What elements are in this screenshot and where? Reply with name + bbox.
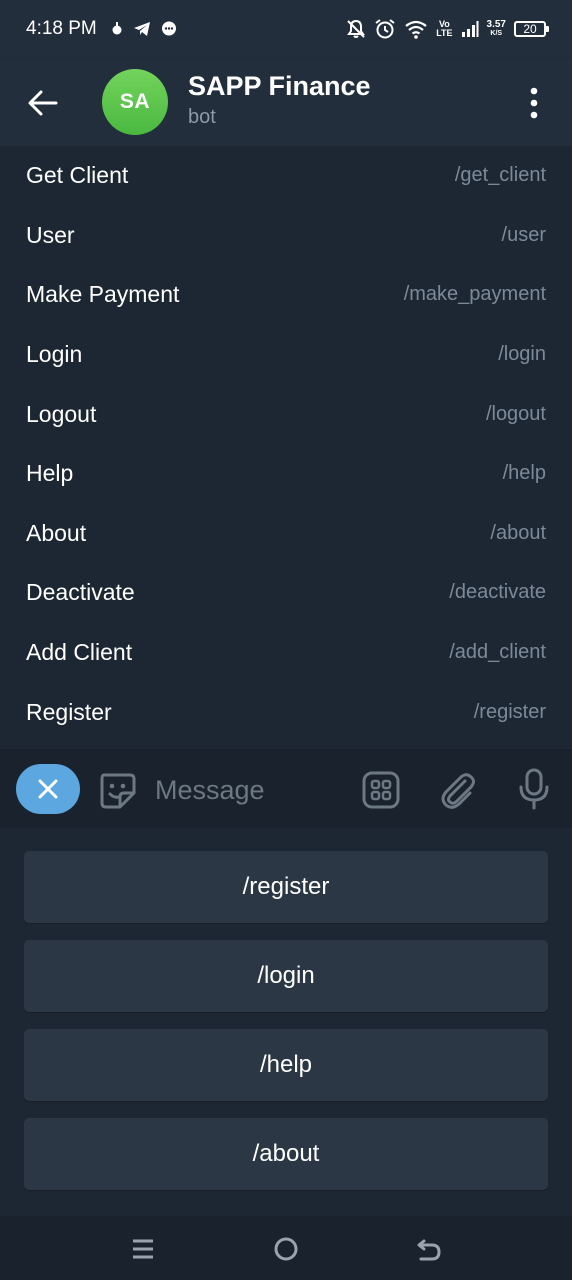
- signal-icon: [461, 21, 479, 37]
- status-right-icons: Vo LTE 3.57 K/S 20: [346, 18, 549, 40]
- telegram-icon: [133, 22, 150, 36]
- command-text: /about: [490, 521, 546, 544]
- command-item-get-client[interactable]: Get Client /get_client: [0, 146, 572, 206]
- status-bar: 4:18 PM Vo LTE 3.57 K/S 20: [0, 0, 572, 58]
- back-arrow-icon[interactable]: [26, 86, 60, 120]
- command-text: /help: [502, 462, 546, 485]
- command-label: Deactivate: [26, 579, 135, 606]
- bell-off-icon: [347, 19, 366, 38]
- command-text: /register: [473, 700, 546, 723]
- command-item-login[interactable]: Login /login: [0, 325, 572, 385]
- keyboard-button-login[interactable]: /login: [24, 940, 548, 1012]
- keyboard-button-register[interactable]: /register: [24, 851, 548, 923]
- command-label: Login: [26, 341, 83, 368]
- command-label: User: [26, 221, 75, 248]
- command-item-add-client[interactable]: Add Client /add_client: [0, 623, 572, 683]
- command-item-make-payment[interactable]: Make Payment /make_payment: [0, 265, 572, 325]
- keyboard-button-about[interactable]: /about: [24, 1118, 548, 1190]
- command-text: /add_client: [449, 641, 546, 664]
- bot-reply-keyboard: /register /login /help /about: [0, 828, 572, 1216]
- menu-nav-icon[interactable]: [128, 1234, 158, 1264]
- battery-icon: 20: [514, 21, 549, 37]
- sticker-icon[interactable]: [96, 769, 138, 811]
- chat-title[interactable]: SAPP Finance: [188, 71, 371, 102]
- command-text: /logout: [485, 402, 546, 425]
- command-item-logout[interactable]: Logout /logout: [0, 384, 572, 444]
- close-icon: [38, 779, 58, 799]
- command-item-about[interactable]: About /about: [0, 504, 572, 564]
- bot-keyboard-icon[interactable]: [360, 769, 402, 811]
- system-nav-bar: [0, 1216, 572, 1280]
- close-commands-button[interactable]: [16, 764, 80, 814]
- chat-header: SA SAPP Finance bot: [0, 58, 572, 146]
- volte-indicator: Vo LTE: [436, 19, 453, 38]
- command-text: /login: [498, 343, 546, 366]
- command-label: About: [26, 519, 87, 546]
- status-left-icons: [111, 21, 177, 37]
- notification-dot-icon: [112, 22, 122, 35]
- bot-command-list: Get Client /get_client User /user Make P…: [0, 146, 572, 749]
- command-label: Logout: [26, 400, 97, 427]
- alarm-icon: [375, 19, 395, 39]
- microphone-icon[interactable]: [514, 767, 554, 811]
- back-nav-icon[interactable]: [414, 1234, 444, 1264]
- keyboard-button-help[interactable]: /help: [24, 1029, 548, 1101]
- message-input-bar: [0, 749, 572, 828]
- command-item-user[interactable]: User /user: [0, 206, 572, 266]
- command-text: /make_payment: [403, 283, 546, 306]
- command-text: /get_client: [454, 164, 546, 187]
- command-label: Get Client: [26, 162, 129, 189]
- home-nav-icon[interactable]: [271, 1234, 301, 1264]
- network-speed: 3.57 K/S: [486, 19, 506, 38]
- wifi-icon: [405, 20, 427, 39]
- avatar[interactable]: SA: [102, 69, 168, 135]
- command-item-register[interactable]: Register /register: [0, 682, 572, 742]
- attach-icon[interactable]: [437, 769, 479, 811]
- status-time: 4:18 PM: [26, 18, 97, 39]
- command-text: /deactivate: [449, 581, 546, 604]
- chat-bubble-icon: [161, 21, 176, 36]
- message-input[interactable]: [153, 769, 347, 811]
- command-item-help[interactable]: Help /help: [0, 444, 572, 504]
- command-text: /user: [501, 223, 546, 246]
- command-label: Register: [26, 698, 112, 725]
- command-item-deactivate[interactable]: Deactivate /deactivate: [0, 563, 572, 623]
- chat-subtitle: bot: [188, 106, 216, 128]
- command-label: Add Client: [26, 639, 133, 666]
- command-label: Make Payment: [26, 281, 180, 308]
- more-options-icon[interactable]: [520, 86, 548, 120]
- command-label: Help: [26, 460, 74, 487]
